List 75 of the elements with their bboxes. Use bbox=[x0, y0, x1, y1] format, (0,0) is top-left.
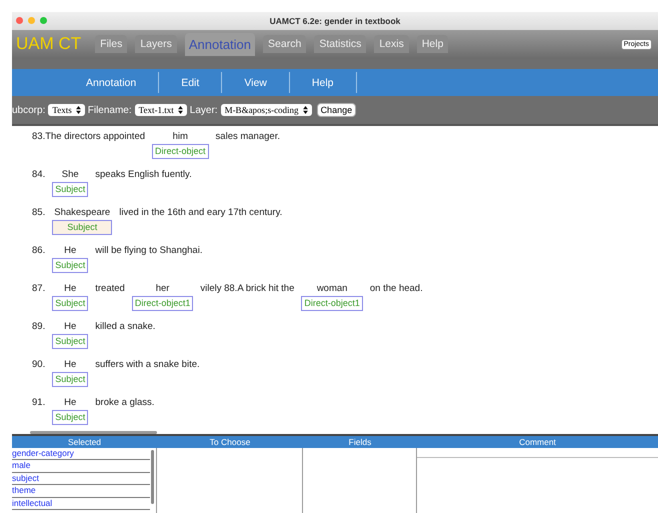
list-item[interactable]: subject bbox=[12, 472, 150, 486]
sentence-text: on the head. bbox=[370, 282, 423, 296]
sentence-text: treated bbox=[95, 282, 125, 296]
sentence-text: Shakespeare bbox=[54, 206, 110, 220]
annotation-tag[interactable]: Direct-object1 bbox=[132, 296, 194, 311]
sentence-text: suffers with a snake bite. bbox=[95, 358, 200, 372]
column-header: Selected bbox=[66, 436, 102, 448]
sentence-text: woman bbox=[316, 282, 348, 296]
sentence-text: He bbox=[64, 320, 76, 334]
tab[interactable]: Search bbox=[263, 35, 306, 54]
menu-item[interactable]: Help bbox=[290, 72, 356, 94]
filename-label: Filename: bbox=[88, 104, 132, 116]
sentence-text: 86. bbox=[32, 244, 46, 258]
annotation-tag[interactable]: Direct-object1 bbox=[301, 296, 363, 311]
list-item[interactable]: gender-category bbox=[12, 448, 150, 460]
sentence-text: He bbox=[64, 244, 76, 258]
zoom-icon[interactable] bbox=[40, 17, 47, 24]
filename-select[interactable]: Text-1.txt bbox=[134, 104, 187, 116]
sentence-text: lived in the 16th and eary 17th century. bbox=[119, 206, 282, 220]
subcorp-label: ubcorp: bbox=[12, 104, 46, 116]
annotation-tag[interactable]: Subject bbox=[52, 372, 88, 387]
sentence-text: She bbox=[62, 168, 79, 182]
list-item[interactable]: intellectual bbox=[12, 498, 150, 510]
column-header: Fields bbox=[348, 436, 372, 448]
sentence-text: her bbox=[156, 282, 170, 296]
sentence-text: 83.The directors appointed bbox=[32, 130, 146, 144]
updown-icon bbox=[178, 106, 183, 114]
sentence-text: He bbox=[64, 358, 76, 372]
sentence-text: broke a glass. bbox=[95, 396, 154, 410]
annotation-tag[interactable]: Subject bbox=[52, 334, 88, 349]
sentence-text: vilely 88.A brick hit the bbox=[200, 282, 294, 296]
sentence-text: him bbox=[172, 130, 188, 144]
annotation-tag[interactable]: Subject bbox=[52, 296, 88, 311]
layer-select[interactable]: M-B&apos;s-coding bbox=[220, 104, 312, 116]
change-button[interactable]: Change bbox=[316, 103, 356, 118]
annotation-tag[interactable]: Subject bbox=[52, 410, 88, 425]
app-logo: UAM CT bbox=[16, 34, 82, 54]
tab[interactable]: Lexis bbox=[374, 35, 409, 54]
column-header: Comment bbox=[518, 436, 557, 448]
sentence-text: He bbox=[64, 282, 76, 296]
tab[interactable]: Statistics bbox=[314, 35, 366, 54]
annotation-tag[interactable]: Subject bbox=[52, 258, 88, 273]
sentence-text: will be flying to Shanghai. bbox=[95, 244, 202, 258]
scrollbar-thumb[interactable] bbox=[151, 450, 154, 504]
updown-icon bbox=[76, 106, 81, 114]
tab[interactable]: Files bbox=[95, 35, 128, 54]
menu-item[interactable]: Annotation bbox=[64, 72, 160, 94]
close-icon[interactable] bbox=[16, 17, 23, 24]
sentence-text: 87. bbox=[32, 282, 46, 296]
sentence-text: 84. bbox=[32, 168, 46, 182]
sentence-text: sales manager. bbox=[216, 130, 280, 144]
sentence-text: speaks English fuently. bbox=[95, 168, 192, 182]
sentence-text: 85. bbox=[32, 206, 46, 220]
menu-item[interactable]: View bbox=[222, 72, 290, 94]
window-title: UAMCT 6.2e: gender in textbook bbox=[270, 16, 400, 26]
tab[interactable]: Help bbox=[416, 35, 448, 54]
sentence-text: 90. bbox=[32, 358, 46, 372]
tab[interactable]: Annotation bbox=[184, 32, 256, 56]
annotation-tag[interactable]: Subject bbox=[52, 182, 88, 197]
sentence-text: killed a snake. bbox=[95, 320, 156, 334]
column-header: To Choose bbox=[208, 436, 252, 448]
annotation-tag[interactable]: Direct-object bbox=[152, 144, 209, 159]
scrollbar-thumb[interactable] bbox=[30, 430, 157, 434]
minimize-icon[interactable] bbox=[28, 17, 35, 24]
list-item[interactable]: theme bbox=[12, 485, 150, 498]
updown-icon bbox=[302, 106, 308, 114]
annotation-tag[interactable]: Subject bbox=[52, 220, 112, 235]
sentence-text: 89. bbox=[32, 320, 46, 334]
layer-label: Layer: bbox=[190, 104, 218, 116]
sentence-text: 91. bbox=[32, 396, 46, 410]
tab[interactable]: Layers bbox=[135, 35, 177, 54]
sentence-text: He bbox=[64, 396, 76, 410]
menu-item[interactable]: Edit bbox=[159, 72, 222, 94]
subcorp-select[interactable]: Texts bbox=[48, 104, 85, 116]
list-item[interactable]: male bbox=[12, 460, 150, 473]
